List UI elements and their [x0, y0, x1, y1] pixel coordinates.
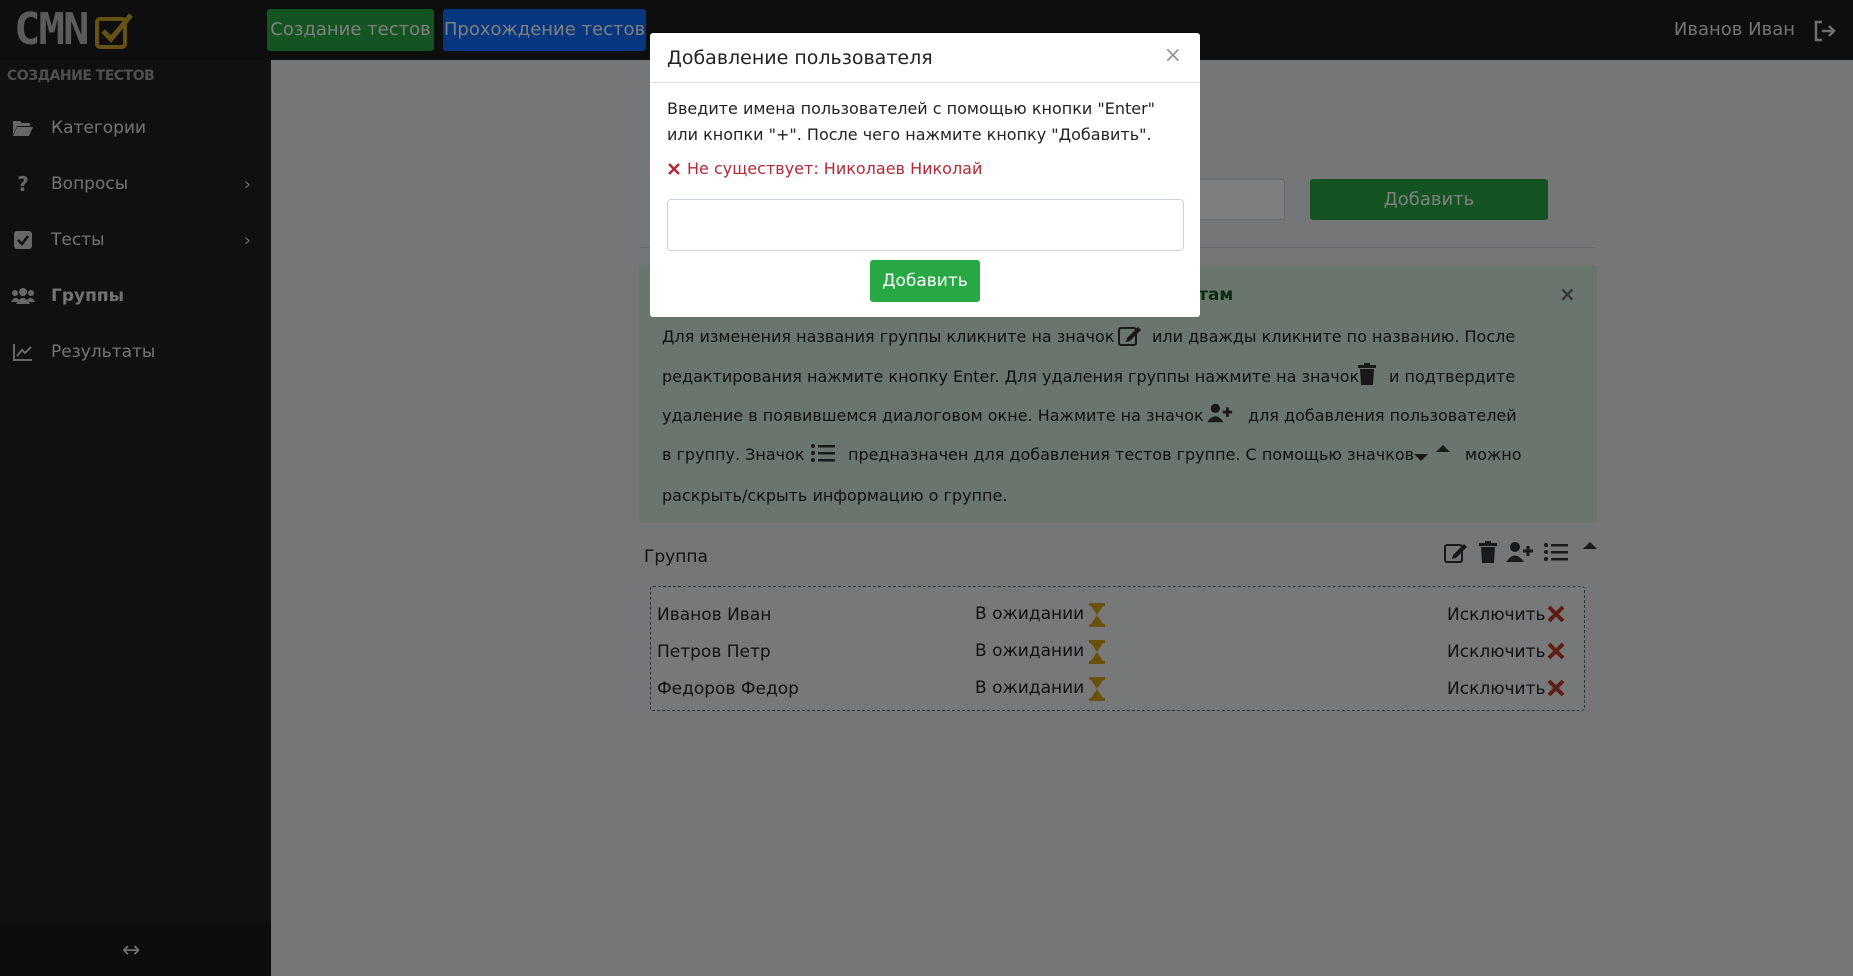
error-x-icon	[668, 162, 680, 175]
user-name-input[interactable]	[667, 199, 1184, 251]
close-icon[interactable]: ×	[1164, 43, 1182, 68]
modal-title: Добавление пользователя	[667, 47, 933, 69]
modal-instructions: Введите имена пользователей с помощью кн…	[667, 99, 1156, 144]
modal-error: Не существует: Николаев Николай	[667, 159, 982, 178]
add-user-modal: Добавление пользователя × Введите имена …	[650, 33, 1200, 317]
modal-add-button[interactable]: Добавить	[870, 260, 980, 302]
modal-header: Добавление пользователя ×	[650, 33, 1200, 83]
error-text: Не существует: Николаев Николай	[687, 159, 983, 178]
